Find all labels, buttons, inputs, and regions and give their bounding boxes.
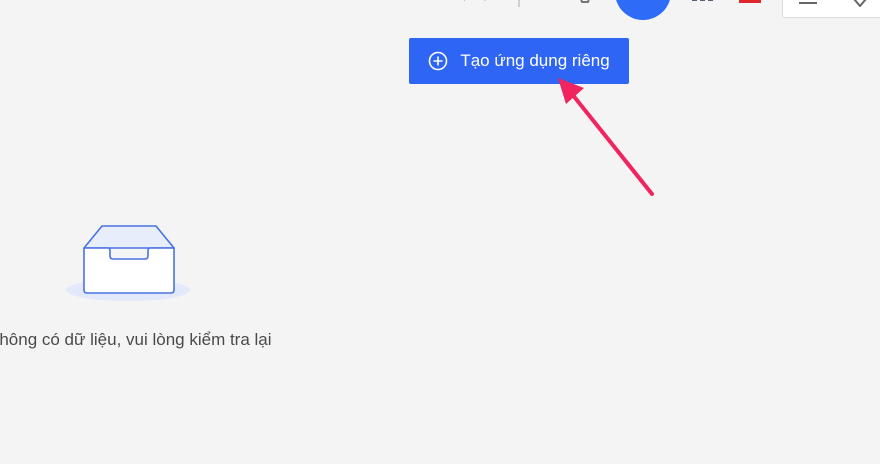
plus-circle-icon (429, 51, 448, 71)
top-bar (0, 0, 880, 20)
search-icon[interactable] (452, 0, 492, 6)
apps-grid-icon[interactable] (692, 0, 714, 4)
toolbar-divider (518, 0, 520, 7)
chevron-icon (853, 0, 867, 7)
avatar[interactable] (615, 0, 671, 20)
empty-inbox-icon (66, 225, 190, 301)
menu-icon (799, 2, 817, 4)
create-app-button-label: Tạo ứng dụng riêng (460, 51, 610, 70)
language-flag-icon[interactable] (739, 0, 761, 3)
page: Tạo ứng dụng riêng Không có dữ liệu, vui… (0, 0, 880, 464)
bell-icon[interactable] (578, 0, 592, 4)
empty-state-message: Không có dữ liệu, vui lòng kiểm tra lại (0, 330, 272, 349)
account-menu[interactable] (782, 0, 880, 18)
annotation-arrow-icon (558, 78, 654, 196)
